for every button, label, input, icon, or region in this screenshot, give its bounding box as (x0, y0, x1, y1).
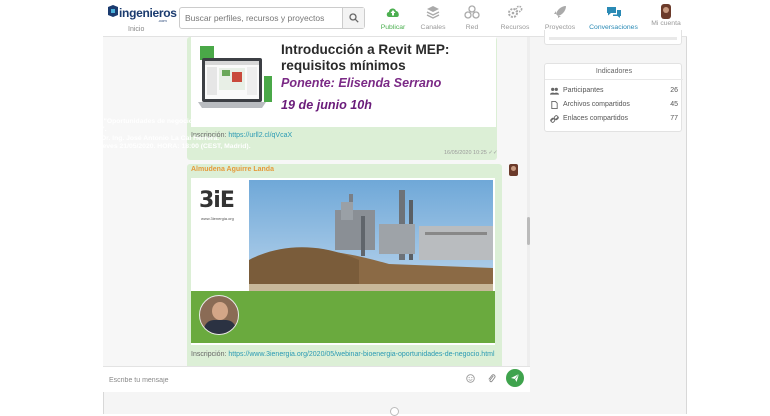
home-logo-link[interactable]: ingenieros .com Inicio (106, 4, 177, 34)
link-icon (550, 115, 559, 123)
indicator-archivos[interactable]: Archivos compartidos 45 (550, 100, 678, 112)
nav-label: Canales (420, 24, 446, 31)
paperclip-icon[interactable] (487, 373, 496, 384)
banner-line: WEBINAR: "Oportunidades de negocio en el… (67, 118, 252, 125)
search-input[interactable] (180, 8, 342, 28)
paper-plane-icon (511, 373, 520, 382)
layers-icon (426, 6, 440, 19)
nav-label: Red (465, 24, 479, 31)
nav-canales[interactable]: Canales (417, 4, 449, 36)
message-image[interactable]: 3iE www.3ienergia.org (191, 178, 495, 345)
nav-label: Mi cuenta (651, 20, 681, 27)
poster-speaker: Ponente: Elisenda Serrano (281, 76, 442, 90)
banner-line: bioenergía". (67, 126, 107, 134)
file-icon (551, 101, 558, 109)
indicator-label: Participantes (563, 87, 604, 94)
indicator-participantes[interactable]: Participantes 26 (550, 86, 678, 98)
speaker-photo (199, 295, 239, 335)
nav-label: Recursos (500, 24, 530, 31)
sidebar-top-card (544, 30, 682, 45)
indicator-value: 77 (670, 115, 678, 122)
indicators-card: Indicadores Participantes 26 Archivos co… (544, 63, 683, 132)
logo-text: ingenieros (119, 6, 177, 20)
users-icon (550, 87, 559, 95)
logo-subtext: .com (158, 18, 167, 23)
nav-label: Publicar (380, 24, 406, 31)
message-caption: Inscripción: https://www.3ienergia.org/2… (191, 350, 496, 359)
banner-line: FECHA: Jueves 21/05/2020. HORA: 18:00 (C… (67, 142, 251, 150)
laptop-illustration (198, 46, 272, 108)
send-button[interactable] (506, 369, 524, 387)
message-input[interactable] (109, 373, 454, 387)
poster-title: Introducción a Revit MEP: requisitos mín… (281, 42, 450, 73)
indicator-label: Archivos compartidos (563, 101, 630, 108)
logo-icon (106, 4, 120, 21)
nav-publicar[interactable]: Publicar (375, 4, 411, 36)
caption-link[interactable]: https://www.3ienergia.org/2020/05/webina… (228, 351, 494, 358)
indicators-title: Indicadores (545, 64, 683, 80)
scroll-indicator-dot (390, 407, 399, 416)
poster-date: 19 de junio 10h (281, 98, 372, 112)
nav-recursos[interactable]: Recursos (499, 4, 531, 36)
indicator-enlaces[interactable]: Enlaces compartidos 77 (550, 114, 678, 126)
message-sender-name[interactable]: Almudena Aguirre Landa (191, 166, 274, 173)
sender-avatar[interactable] (509, 164, 518, 176)
indicator-value: 26 (670, 87, 678, 94)
chat-scrollbar[interactable] (527, 37, 530, 377)
search-button[interactable] (342, 8, 364, 28)
network-icon (464, 5, 480, 19)
emoji-icon[interactable] (466, 374, 475, 383)
bie-logo-url: www.3ienergia.org (201, 216, 234, 221)
user-avatar (661, 4, 671, 19)
message-timestamp: 16/05/2020 10:25 ✓✓ (444, 150, 498, 156)
cloud-upload-icon (386, 8, 399, 17)
app-window: ingenieros .com Inicio Publicar Canales … (0, 0, 770, 416)
webinar-banner-text: WEBINAR: "Oportunidades de negocio en el… (67, 118, 297, 151)
gears-icon (508, 5, 523, 18)
caption-prefix: Inscripción: (191, 351, 229, 358)
search-icon (348, 13, 359, 23)
indicator-value: 45 (670, 101, 678, 108)
home-label: Inicio (128, 26, 145, 33)
biomass-plant-photo (249, 180, 493, 292)
chat-scroll-thumb[interactable] (527, 217, 530, 245)
indicator-label: Enlaces compartidos (563, 115, 628, 122)
chat-bubbles-icon (606, 7, 621, 18)
search-box (179, 7, 365, 29)
rocket-icon (554, 6, 566, 18)
nav-red[interactable]: Red (456, 4, 488, 36)
bie-logo: 3iE (199, 188, 235, 213)
banner-line: IMPARTE: Dr. Ing. José Antonio La Cal He… (67, 134, 220, 142)
